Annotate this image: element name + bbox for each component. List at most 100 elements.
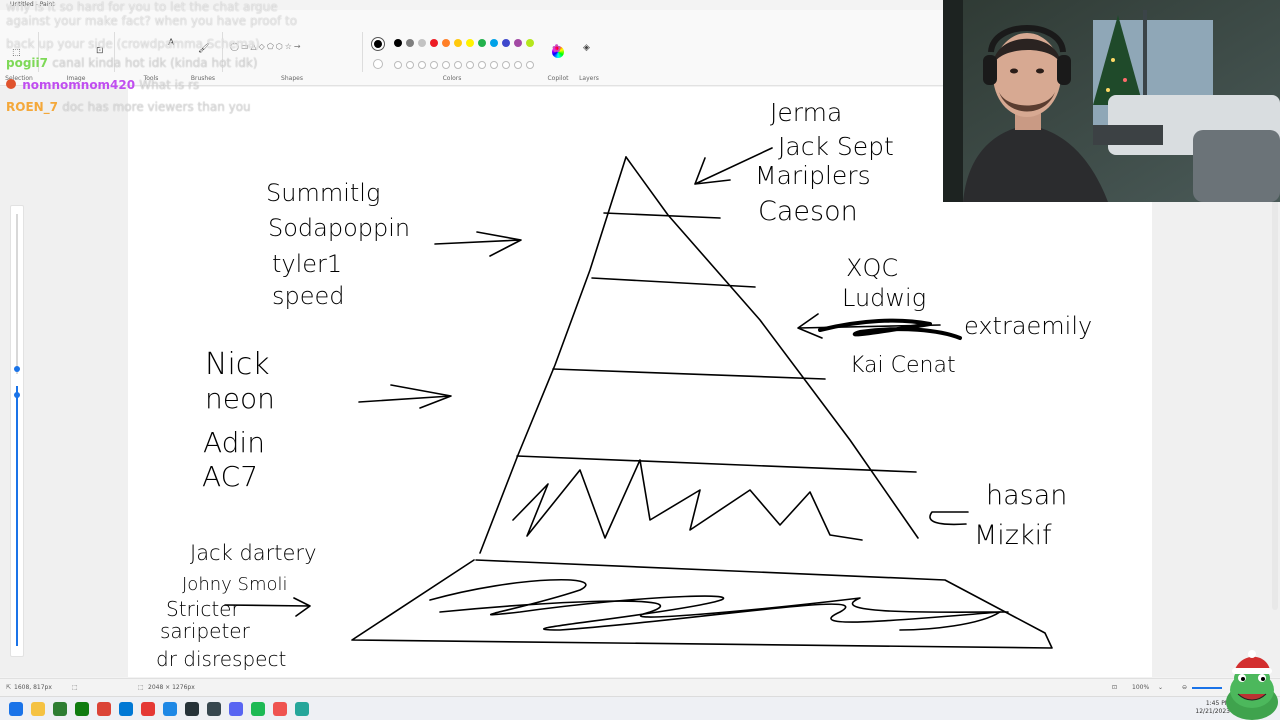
drawn-name: Mizkif: [974, 520, 1052, 551]
cursor-position-icon: ⇱: [6, 684, 12, 691]
cursor-position: 1608, 817px: [14, 684, 52, 691]
drawn-name: neon: [205, 382, 275, 415]
chat-username: pogii7: [6, 56, 48, 70]
custom-color-slot[interactable]: [502, 61, 510, 69]
app-icon-2[interactable]: [119, 702, 133, 716]
zoom-slider[interactable]: [1192, 687, 1222, 689]
secondary-color-swatch[interactable]: [373, 59, 383, 69]
arrow-right-low: [929, 511, 969, 526]
custom-color-slot[interactable]: [478, 61, 486, 69]
chrome-icon[interactable]: [97, 702, 111, 716]
app-icon-5[interactable]: [185, 702, 199, 716]
app-icon-8[interactable]: [273, 702, 287, 716]
arrow-tier-2: [434, 231, 522, 257]
custom-color-slot[interactable]: [454, 61, 462, 69]
drawn-name: Jack dartery: [190, 541, 317, 565]
windows-taskbar: 1:45 PM 12/21/2023: [0, 696, 1280, 720]
drawn-name: Sodapoppin: [268, 214, 410, 242]
layers-group[interactable]: ◈ Layers: [574, 10, 604, 86]
chat-message: why is it so hard for you to let the cha…: [6, 0, 278, 14]
arrow-tier-3: [358, 384, 452, 409]
chat-message: against your make fact? when you have pr…: [6, 14, 298, 28]
scribbled-out-name: [818, 318, 962, 340]
app-icon-3[interactable]: [141, 702, 155, 716]
drawn-name: Johny Smoli: [182, 574, 288, 595]
palette-color-swatch[interactable]: [526, 39, 534, 47]
slider-thumb-2[interactable]: [14, 392, 20, 398]
custom-color-slot[interactable]: [430, 61, 438, 69]
palette-color-swatch[interactable]: [478, 39, 486, 47]
app-icon-1[interactable]: [53, 702, 67, 716]
pyramid-left-edge: [479, 156, 627, 554]
drawn-name: hasan: [986, 480, 1067, 511]
zoom-slider-rail[interactable]: [10, 205, 24, 657]
drawn-name: Nick: [205, 347, 270, 382]
chat-message: pogii7 canal kinda hot idk (kinda hot id…: [6, 56, 258, 70]
drawn-name: Mariplers: [755, 161, 871, 190]
fit-to-window-icon[interactable]: ⊡: [1112, 684, 1117, 691]
chat-username: nomnomnom420: [22, 78, 136, 92]
zoom-level[interactable]: 100%: [1132, 684, 1149, 691]
copilot-group[interactable]: ✿ Copilot: [542, 10, 574, 86]
canvas-size: 2048 × 1276px: [148, 684, 195, 691]
chat-text: doc has more viewers than you: [62, 100, 251, 114]
palette-color-swatch[interactable]: [490, 39, 498, 47]
primary-color-swatch[interactable]: [372, 38, 384, 50]
palette-color-swatch[interactable]: [442, 39, 450, 47]
palette-color-swatch[interactable]: [514, 39, 522, 47]
status-bar: ⇱ 1608, 817px ⬚ ⬚ 2048 × 1276px ⊡ 100% ⌄…: [0, 678, 1280, 696]
layers-icon[interactable]: ◈: [583, 43, 590, 53]
drawn-name: Caeson: [758, 196, 858, 227]
custom-color-slot[interactable]: [442, 61, 450, 69]
copilot-icon[interactable]: ✿: [552, 42, 561, 55]
app-icon-6[interactable]: [207, 702, 221, 716]
chat-message: nomnomnom420 What is rs: [6, 78, 199, 92]
palette-color-swatch[interactable]: [454, 39, 462, 47]
chat-message: ROEN_7 doc has more viewers than you: [6, 100, 251, 114]
tier-line-1: [603, 212, 721, 219]
zoom-out-icon[interactable]: ⊖: [1182, 684, 1187, 691]
custom-color-slot[interactable]: [394, 61, 402, 69]
colors-group[interactable]: Colors: [366, 10, 538, 86]
slider-thumb-1[interactable]: [14, 366, 20, 372]
drawn-name: Summitlg: [266, 179, 380, 207]
custom-color-slot[interactable]: [406, 61, 414, 69]
palette-color-swatch[interactable]: [394, 39, 402, 47]
windows-start-icon[interactable]: [9, 702, 23, 716]
file-explorer-icon[interactable]: [31, 702, 45, 716]
webcam-overlay: [943, 0, 1280, 202]
drawn-name: dr disrespect: [156, 647, 286, 671]
spotify-icon[interactable]: [251, 702, 265, 716]
palette-color-swatch[interactable]: [466, 39, 474, 47]
tier-line-4: [516, 455, 917, 473]
drawn-name: extraemily: [964, 312, 1092, 340]
tier-line-3: [552, 368, 826, 380]
drawn-name: speed: [272, 282, 345, 310]
palette-color-swatch[interactable]: [502, 39, 510, 47]
shapes-label: Shapes: [281, 75, 303, 82]
webcam-feed-image: [943, 0, 1280, 202]
tier-line-2: [591, 277, 756, 288]
palette-color-swatch[interactable]: [418, 39, 426, 47]
drawn-name: tyler1: [272, 250, 342, 278]
chat-username: ROEN_7: [6, 100, 59, 114]
custom-color-slot[interactable]: [526, 61, 534, 69]
app-icon-9[interactable]: [295, 702, 309, 716]
custom-color-slot[interactable]: [466, 61, 474, 69]
custom-color-slot[interactable]: [418, 61, 426, 69]
chat-message: back up your side (crowdpamma Schema): [6, 37, 260, 51]
palette-color-swatch[interactable]: [430, 39, 438, 47]
palette-color-swatch[interactable]: [406, 39, 414, 47]
zoom-dropdown-icon[interactable]: ⌄: [1158, 684, 1163, 691]
drawn-name: Jack Sept: [778, 132, 894, 161]
app-icon-7[interactable]: [229, 702, 243, 716]
custom-color-slot[interactable]: [514, 61, 522, 69]
app-icon-4[interactable]: [163, 702, 177, 716]
vertical-scrollbar[interactable]: [1272, 200, 1278, 610]
xbox-icon[interactable]: [75, 702, 89, 716]
drawn-name: AC7: [202, 460, 258, 493]
selection-size-icon: ⬚: [72, 684, 78, 691]
frog-mascot-image: [1226, 650, 1278, 720]
drawn-name: XQC: [846, 254, 898, 282]
custom-color-slot[interactable]: [490, 61, 498, 69]
